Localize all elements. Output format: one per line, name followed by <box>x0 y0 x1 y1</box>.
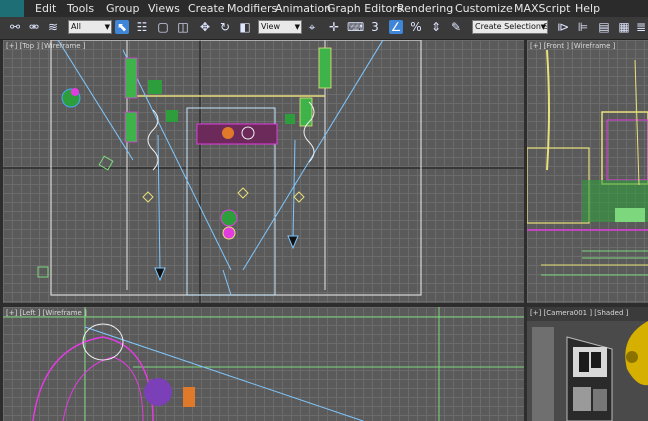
menu-customize[interactable]: Customize <box>455 2 513 15</box>
left-viewport-scene <box>3 307 524 421</box>
named-selection-value: Create Selection S <box>475 22 548 31</box>
menu-views[interactable]: Views <box>148 2 180 15</box>
chevron-down-icon: ▼ <box>294 23 300 31</box>
front-viewport-scene <box>527 49 648 276</box>
select-icon[interactable]: ⬉ <box>115 20 129 34</box>
viewport-vertical-divider[interactable] <box>524 40 527 421</box>
ribbon-icon[interactable]: ▦ <box>617 20 631 34</box>
select-by-name-icon[interactable]: ☷ <box>135 20 149 34</box>
select-move-icon[interactable]: ✥ <box>198 20 212 34</box>
chevron-down-icon: ▼ <box>540 23 546 31</box>
selection-filter-value: All <box>71 22 81 31</box>
select-scale-icon[interactable]: ◧ <box>238 20 252 34</box>
keyboard-shortcut-icon[interactable]: ⌨ <box>347 20 364 34</box>
top-viewport-label[interactable]: [+] [Top ] [Wireframe ] <box>6 42 85 50</box>
select-rotate-icon[interactable]: ↻ <box>218 20 232 34</box>
left-viewport[interactable]: [+] [Left ] [Wireframe ] <box>3 307 524 421</box>
link-icon[interactable]: ⚯ <box>8 20 22 34</box>
menu-tools[interactable]: Tools <box>67 2 94 15</box>
layer-icon[interactable]: ▤ <box>597 20 611 34</box>
unlink-icon[interactable]: ⚮ <box>27 20 41 34</box>
curve-editor-icon[interactable]: ≣ <box>634 20 648 34</box>
camera-viewport-label[interactable]: [+] [Camera001 ] [Shaded ] <box>530 309 628 317</box>
menu-edit[interactable]: Edit <box>35 2 56 15</box>
menu-group[interactable]: Group <box>106 2 140 15</box>
top-viewport[interactable]: [+] [Top ] [Wireframe ] <box>3 40 524 303</box>
left-viewport-label[interactable]: [+] [Left ] [Wireframe ] <box>6 309 87 317</box>
selection-filter-dropdown[interactable]: All ▼ <box>68 20 112 34</box>
camera-viewport-scene <box>527 321 648 421</box>
top-viewport-scene <box>3 40 524 303</box>
window-crossing-icon[interactable]: ◫ <box>176 20 190 34</box>
menu-rendering[interactable]: Rendering <box>397 2 453 15</box>
percent-snap-icon[interactable]: % <box>409 20 423 34</box>
menu-maxscript[interactable]: MAXScript <box>514 2 570 15</box>
front-viewport-label[interactable]: [+] [Front ] [Wireframe ] <box>530 42 615 50</box>
menu-help[interactable]: Help <box>575 2 600 15</box>
pivot-icon[interactable]: ⌖ <box>305 20 319 34</box>
reference-coord-value: View <box>261 22 280 31</box>
named-selection-dropdown[interactable]: Create Selection S ▼ <box>472 20 548 34</box>
chevron-down-icon: ▼ <box>104 23 110 31</box>
front-viewport[interactable]: [+] [Front ] [Wireframe ] <box>527 40 648 303</box>
menu-modifiers[interactable]: Modifiers <box>227 2 277 15</box>
edit-named-sel-icon[interactable]: ✎ <box>449 20 463 34</box>
viewport-horizontal-divider[interactable] <box>3 303 648 307</box>
camera-viewport[interactable]: [+] [Camera001 ] [Shaded ] <box>527 307 648 421</box>
snap-3d-icon[interactable]: 3 <box>368 20 382 34</box>
spinner-snap-icon[interactable]: ⇕ <box>429 20 443 34</box>
mirror-icon[interactable]: ⧐ <box>556 20 570 34</box>
main-toolbar: ⚯ ⚮ ≋ All ▼ ⬉ ☷ ▢ ◫ ✥ ↻ ◧ View ▼ ⌖ ✛ ⌨ 3 ∠… <box>0 17 648 40</box>
align-icon[interactable]: ⊫ <box>576 20 590 34</box>
angle-snap-icon[interactable]: ∠ <box>389 20 403 34</box>
reference-coord-dropdown[interactable]: View ▼ <box>258 20 302 34</box>
rect-region-icon[interactable]: ▢ <box>156 20 170 34</box>
select-manipulate-icon[interactable]: ✛ <box>327 20 341 34</box>
menu-bar: Edit Tools Group Views Create Modifiers … <box>0 0 648 17</box>
menu-animation[interactable]: Animation <box>275 2 331 15</box>
menu-create[interactable]: Create <box>188 2 225 15</box>
menu-graph-editors[interactable]: Graph Editors <box>327 2 403 15</box>
app-logo-icon[interactable] <box>0 0 24 17</box>
bind-spacewarp-icon[interactable]: ≋ <box>46 20 60 34</box>
